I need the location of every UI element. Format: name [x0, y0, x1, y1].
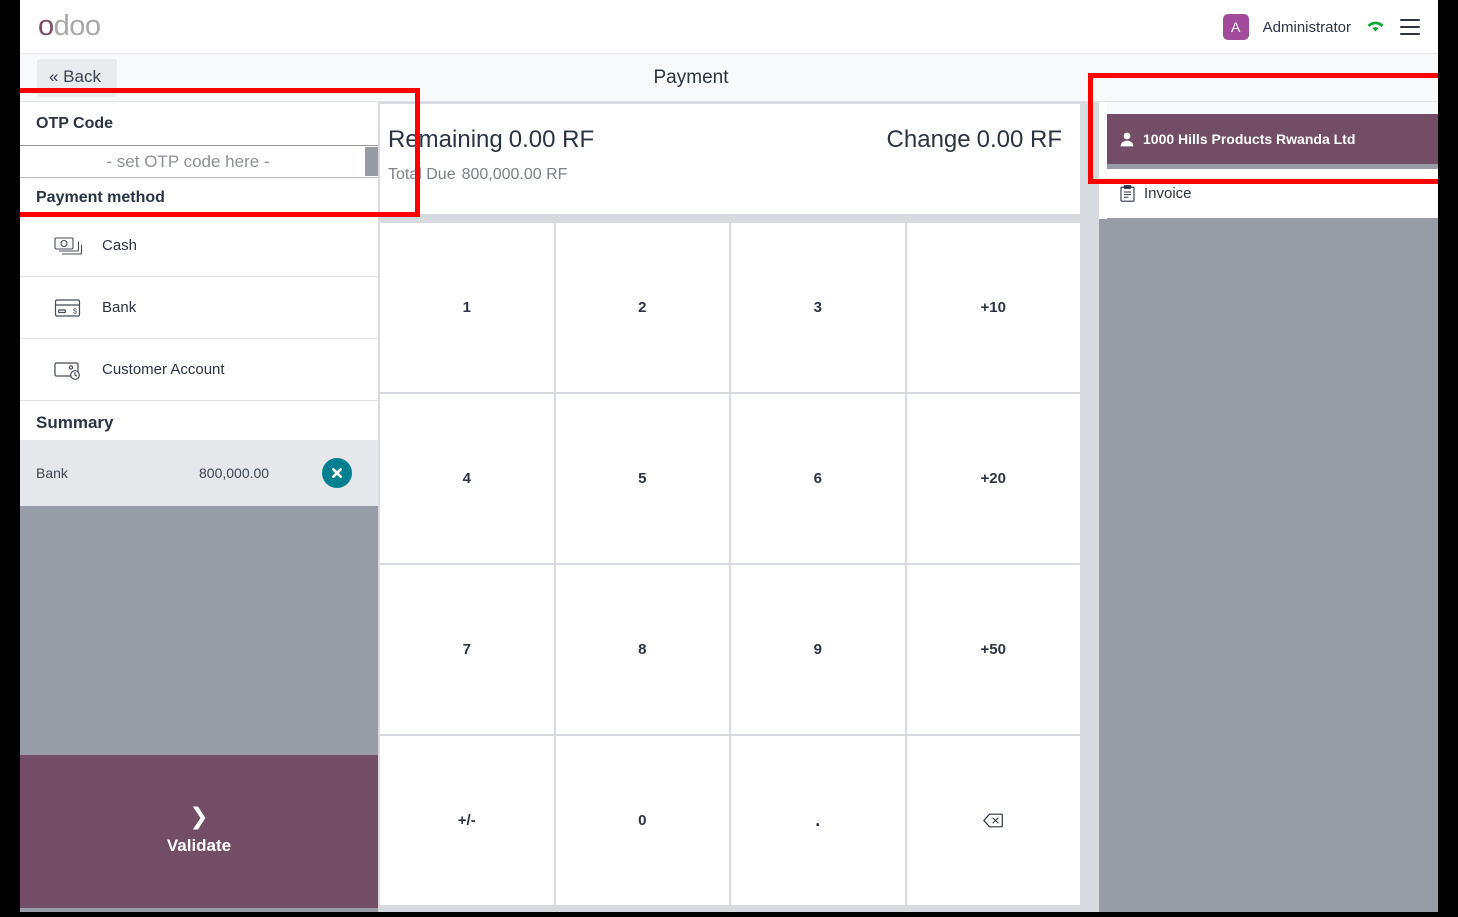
otp-code-label: OTP Code: [20, 102, 378, 146]
backspace-icon: [983, 813, 1004, 828]
payment-method-cash[interactable]: Cash: [20, 214, 378, 276]
numpad-key-plus-minus[interactable]: +/-: [380, 736, 554, 905]
top-navigation-bar: odoo A Administrator: [20, 0, 1438, 54]
pos-page: odoo A Administrator « Back Payment OTP …: [20, 0, 1438, 912]
payment-method-bank[interactable]: $ Bank: [20, 276, 378, 338]
logo-first-letter: o: [38, 10, 54, 42]
user-icon: [1120, 132, 1134, 147]
payment-right-panel: 1000 Hills Products Rwanda Ltd Invoice: [1099, 102, 1438, 912]
page-title: Payment: [20, 67, 1438, 89]
svg-text:$: $: [73, 308, 77, 315]
avatar[interactable]: A: [1222, 14, 1249, 40]
otp-field-scrollbar[interactable]: [365, 147, 378, 176]
change-amount: Change 0.00 RF: [887, 126, 1062, 154]
chevron-right-icon: ❯: [189, 803, 209, 829]
credit-card-icon: $: [54, 297, 82, 319]
numpad-key-6[interactable]: 6: [731, 394, 905, 563]
summary-row-amount: 800,000.00: [199, 465, 270, 481]
otp-code-input[interactable]: [20, 146, 378, 177]
numpad-key-plus-20[interactable]: +20: [906, 394, 1080, 563]
numpad-key-decimal[interactable]: .: [731, 736, 905, 905]
wifi-icon[interactable]: [1365, 17, 1386, 38]
cash-icon: [54, 235, 83, 257]
logo-rest-letters: doo: [53, 10, 101, 42]
summary-row-method: Bank: [36, 465, 68, 481]
payment-method-customer-account[interactable]: Customer Account: [20, 338, 378, 400]
validate-button[interactable]: ❯ Validate: [20, 755, 378, 908]
total-due-label: Total Due: [388, 166, 456, 183]
numpad: 1 2 3 +10 4 5 6 +20 7 8 9 +50 +/- 0 .: [380, 223, 1080, 905]
numpad-key-4[interactable]: 4: [380, 394, 554, 563]
payment-method-label-bank: Bank: [102, 299, 137, 316]
numpad-key-0[interactable]: 0: [555, 736, 729, 905]
numpad-key-backspace[interactable]: [906, 736, 1080, 905]
screen-bezel: odoo A Administrator « Back Payment OTP …: [0, 0, 1458, 917]
numpad-key-3[interactable]: 3: [731, 223, 905, 392]
user-name-label[interactable]: Administrator: [1263, 19, 1351, 36]
customer-name-label: 1000 Hills Products Rwanda Ltd: [1143, 131, 1356, 147]
validate-button-label: Validate: [166, 836, 232, 855]
numpad-key-plus-10[interactable]: +10: [906, 223, 1080, 392]
invoice-document-icon: [1120, 185, 1135, 202]
invoice-label: Invoice: [1144, 185, 1192, 202]
numpad-key-9[interactable]: 9: [731, 565, 905, 734]
payment-body: OTP Code Payment method: [20, 102, 1438, 912]
summary-row: Bank 800,000.00: [20, 440, 378, 506]
clear-circle-x-icon[interactable]: [322, 458, 352, 488]
numpad-key-7[interactable]: 7: [380, 565, 554, 734]
odoo-logo[interactable]: odoo: [38, 11, 101, 41]
otp-input-row: [20, 146, 378, 178]
user-menu-zone: A Administrator: [1222, 0, 1420, 54]
payment-method-label-cash: Cash: [102, 237, 138, 254]
summary-label: Summary: [20, 400, 378, 440]
right-panel-top-strip: [1099, 102, 1438, 114]
change-label: Change: [886, 126, 971, 153]
remaining-value: 0.00 RF: [508, 126, 595, 153]
remaining-amount: Remaining 0.00 RF: [388, 126, 594, 154]
numpad-key-1[interactable]: 1: [380, 223, 554, 392]
right-panel-left-edge: [1099, 102, 1107, 219]
page-title-text: Payment: [653, 67, 729, 88]
payment-method-label: Payment method: [20, 178, 378, 214]
total-due-value: 800,000.00 RF: [461, 166, 568, 183]
numpad-key-5[interactable]: 5: [555, 394, 729, 563]
remaining-label: Remaining: [388, 126, 503, 153]
payment-method-label-customer-account: Customer Account: [102, 361, 225, 378]
invoice-toggle-button[interactable]: Invoice: [1107, 169, 1438, 218]
payment-center-panel: Remaining 0.00 RF Change 0.00 RF Total Due…: [380, 102, 1097, 912]
wallet-clock-icon: [54, 359, 82, 381]
customer-select-button[interactable]: 1000 Hills Products Rwanda Ltd: [1107, 114, 1438, 164]
numpad-key-plus-50[interactable]: +50: [906, 565, 1080, 734]
payment-left-panel: OTP Code Payment method: [20, 102, 378, 912]
change-value: 0.00 RF: [976, 126, 1062, 153]
total-due-amount: Total Due 800,000.00 RF: [388, 166, 567, 184]
numpad-key-8[interactable]: 8: [555, 565, 729, 734]
numpad-key-2[interactable]: 2: [555, 223, 729, 392]
payment-subheader: « Back Payment: [20, 54, 1438, 102]
amount-summary-bar: Remaining 0.00 RF Change 0.00 RF Total Due…: [380, 104, 1080, 214]
hamburger-menu-icon[interactable]: [1400, 19, 1420, 35]
